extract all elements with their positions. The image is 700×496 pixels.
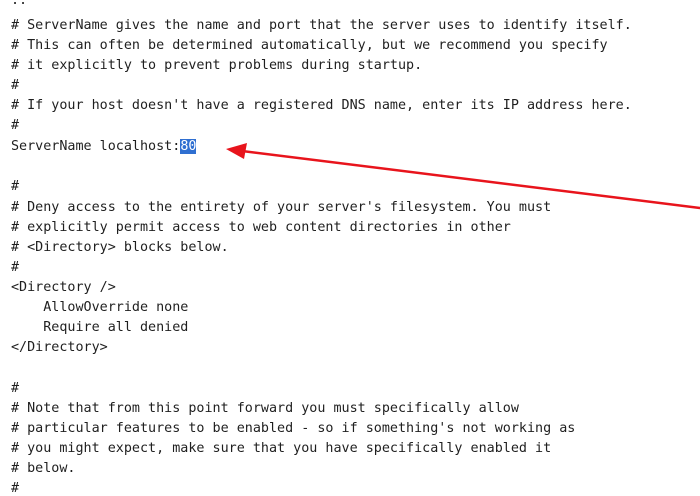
servername-directive: ServerName localhost: [11,139,181,154]
config-text-editor[interactable]: .. # ServerName gives the name and port … [0,0,700,496]
text-line: # [11,78,20,93]
text-line: # it explicitly to prevent problems duri… [11,58,423,73]
text-line: # ServerName gives the name and port tha… [11,18,632,33]
text-line: # [11,179,20,194]
text-line: # particular features to be enabled - so… [11,421,576,436]
text-line: # [11,118,20,133]
text-line: .. [11,0,28,8]
text-line: </Directory> [11,340,108,355]
text-line: # Note that from this point forward you … [11,401,519,416]
text-line: # explicitly permit access to web conten… [11,220,511,235]
text-line: # Deny access to the entirety of your se… [11,200,552,215]
text-line: # <Directory> blocks below. [11,240,229,255]
text-line: # you might expect, make sure that you h… [11,441,552,456]
text-line: # below. [11,461,76,476]
text-line: # [11,260,20,275]
text-line: # If your host doesn't have a registered… [11,98,632,113]
text-line: # [11,481,20,496]
servername-line: ServerName localhost:80 [11,137,197,157]
text-line: AllowOverride none [11,300,189,315]
text-line: # This can often be determined automatic… [11,38,608,53]
text-line: Require all denied [11,320,189,335]
text-line: <Directory /> [11,280,116,295]
selected-port-value[interactable]: 80 [180,139,197,154]
text-line: # [11,381,20,396]
